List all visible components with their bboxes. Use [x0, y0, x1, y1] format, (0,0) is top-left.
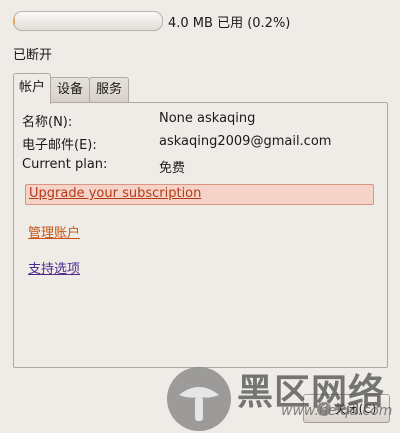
tab-account[interactable]: 帐户	[13, 73, 51, 104]
name-value: None askaqing	[159, 111, 256, 126]
tab-services[interactable]: 服务	[89, 77, 129, 102]
tab-devices[interactable]: 设备	[50, 77, 90, 102]
upgrade-subscription-link[interactable]: Upgrade your subscription	[29, 186, 201, 201]
support-options-link[interactable]: 支持选项	[28, 258, 80, 277]
email-label: 电子邮件(E):	[22, 138, 97, 153]
quota-progress-bar	[13, 11, 163, 31]
watermark: 黑区网络 www.heiqu.com	[165, 363, 400, 433]
connection-status: 已断开	[13, 48, 53, 63]
name-label: 名称(N):	[22, 115, 73, 130]
quota-usage-text: 4.0 MB 已用 (0.2%)	[168, 16, 291, 31]
upgrade-banner: Upgrade your subscription	[25, 184, 374, 205]
manage-account-link[interactable]: 管理账户	[28, 222, 80, 241]
plan-value: 免费	[159, 161, 186, 176]
plan-label: Current plan:	[22, 157, 108, 172]
email-value: askaqing2009@gmail.com	[159, 134, 332, 149]
account-panel: 名称(N): None askaqing 电子邮件(E): askaqing20…	[13, 102, 388, 368]
watermark-logo	[167, 367, 231, 431]
watermark-url: www.heiqu.com	[281, 403, 393, 419]
quota-progress-fill	[14, 12, 15, 30]
